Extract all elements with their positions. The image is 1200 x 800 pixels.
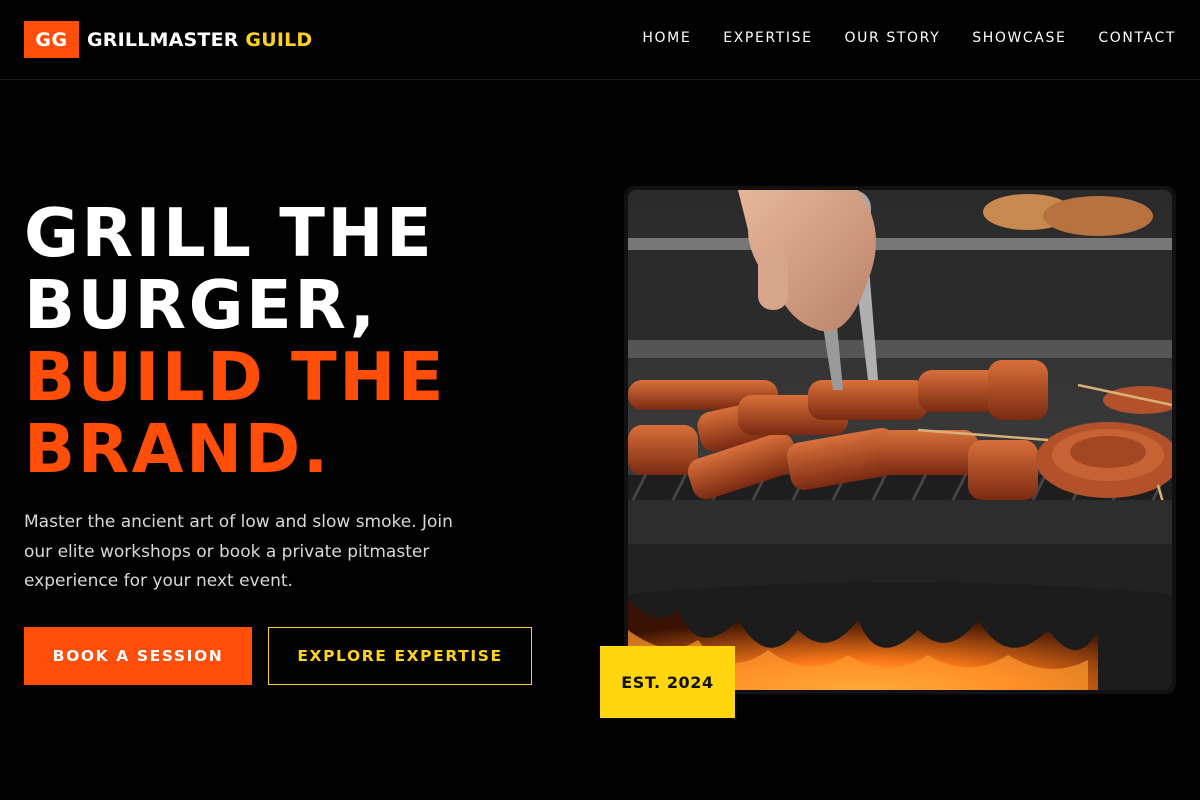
logo-text: GRILLMASTER GUILD	[87, 29, 312, 51]
nav-item-contact[interactable]: CONTACT	[1098, 29, 1176, 47]
logo[interactable]: GG GRILLMASTER GUILD	[24, 21, 312, 58]
hero-title-accent-line: BUILD THE	[24, 338, 447, 416]
hero-title-accent-line: BRAND.	[24, 410, 331, 488]
grill-illustration	[628, 190, 1172, 690]
nav-item-home[interactable]: HOME	[642, 29, 691, 47]
explore-expertise-button[interactable]: EXPLORE EXPERTISE	[268, 627, 532, 685]
established-badge: EST. 2024	[600, 646, 735, 718]
hero-title-line: GRILL THE	[24, 194, 435, 272]
nav-item-expertise[interactable]: EXPERTISE	[723, 29, 812, 47]
book-session-button[interactable]: BOOK A SESSION	[24, 627, 252, 685]
logo-badge: GG	[24, 21, 79, 58]
nav-item-showcase[interactable]: SHOWCASE	[972, 29, 1066, 47]
logo-name-main: GRILLMASTER	[87, 28, 239, 51]
main-nav: HOME EXPERTISE OUR STORY SHOWCASE CONTAC…	[610, 29, 1176, 47]
hero-title: GRILL THE BURGER, BUILD THE BRAND.	[24, 197, 446, 485]
hero-title-line: BURGER,	[24, 266, 378, 344]
hero-description: Master the ancient art of low and slow s…	[24, 512, 453, 591]
hero-image-frame	[624, 186, 1176, 694]
logo-name-accent: GUILD	[245, 28, 313, 51]
grill-photo	[628, 190, 1172, 690]
nav-item-our-story[interactable]: OUR STORY	[845, 29, 941, 47]
site-header: GG GRILLMASTER GUILD HOME EXPERTISE OUR …	[0, 0, 1200, 80]
